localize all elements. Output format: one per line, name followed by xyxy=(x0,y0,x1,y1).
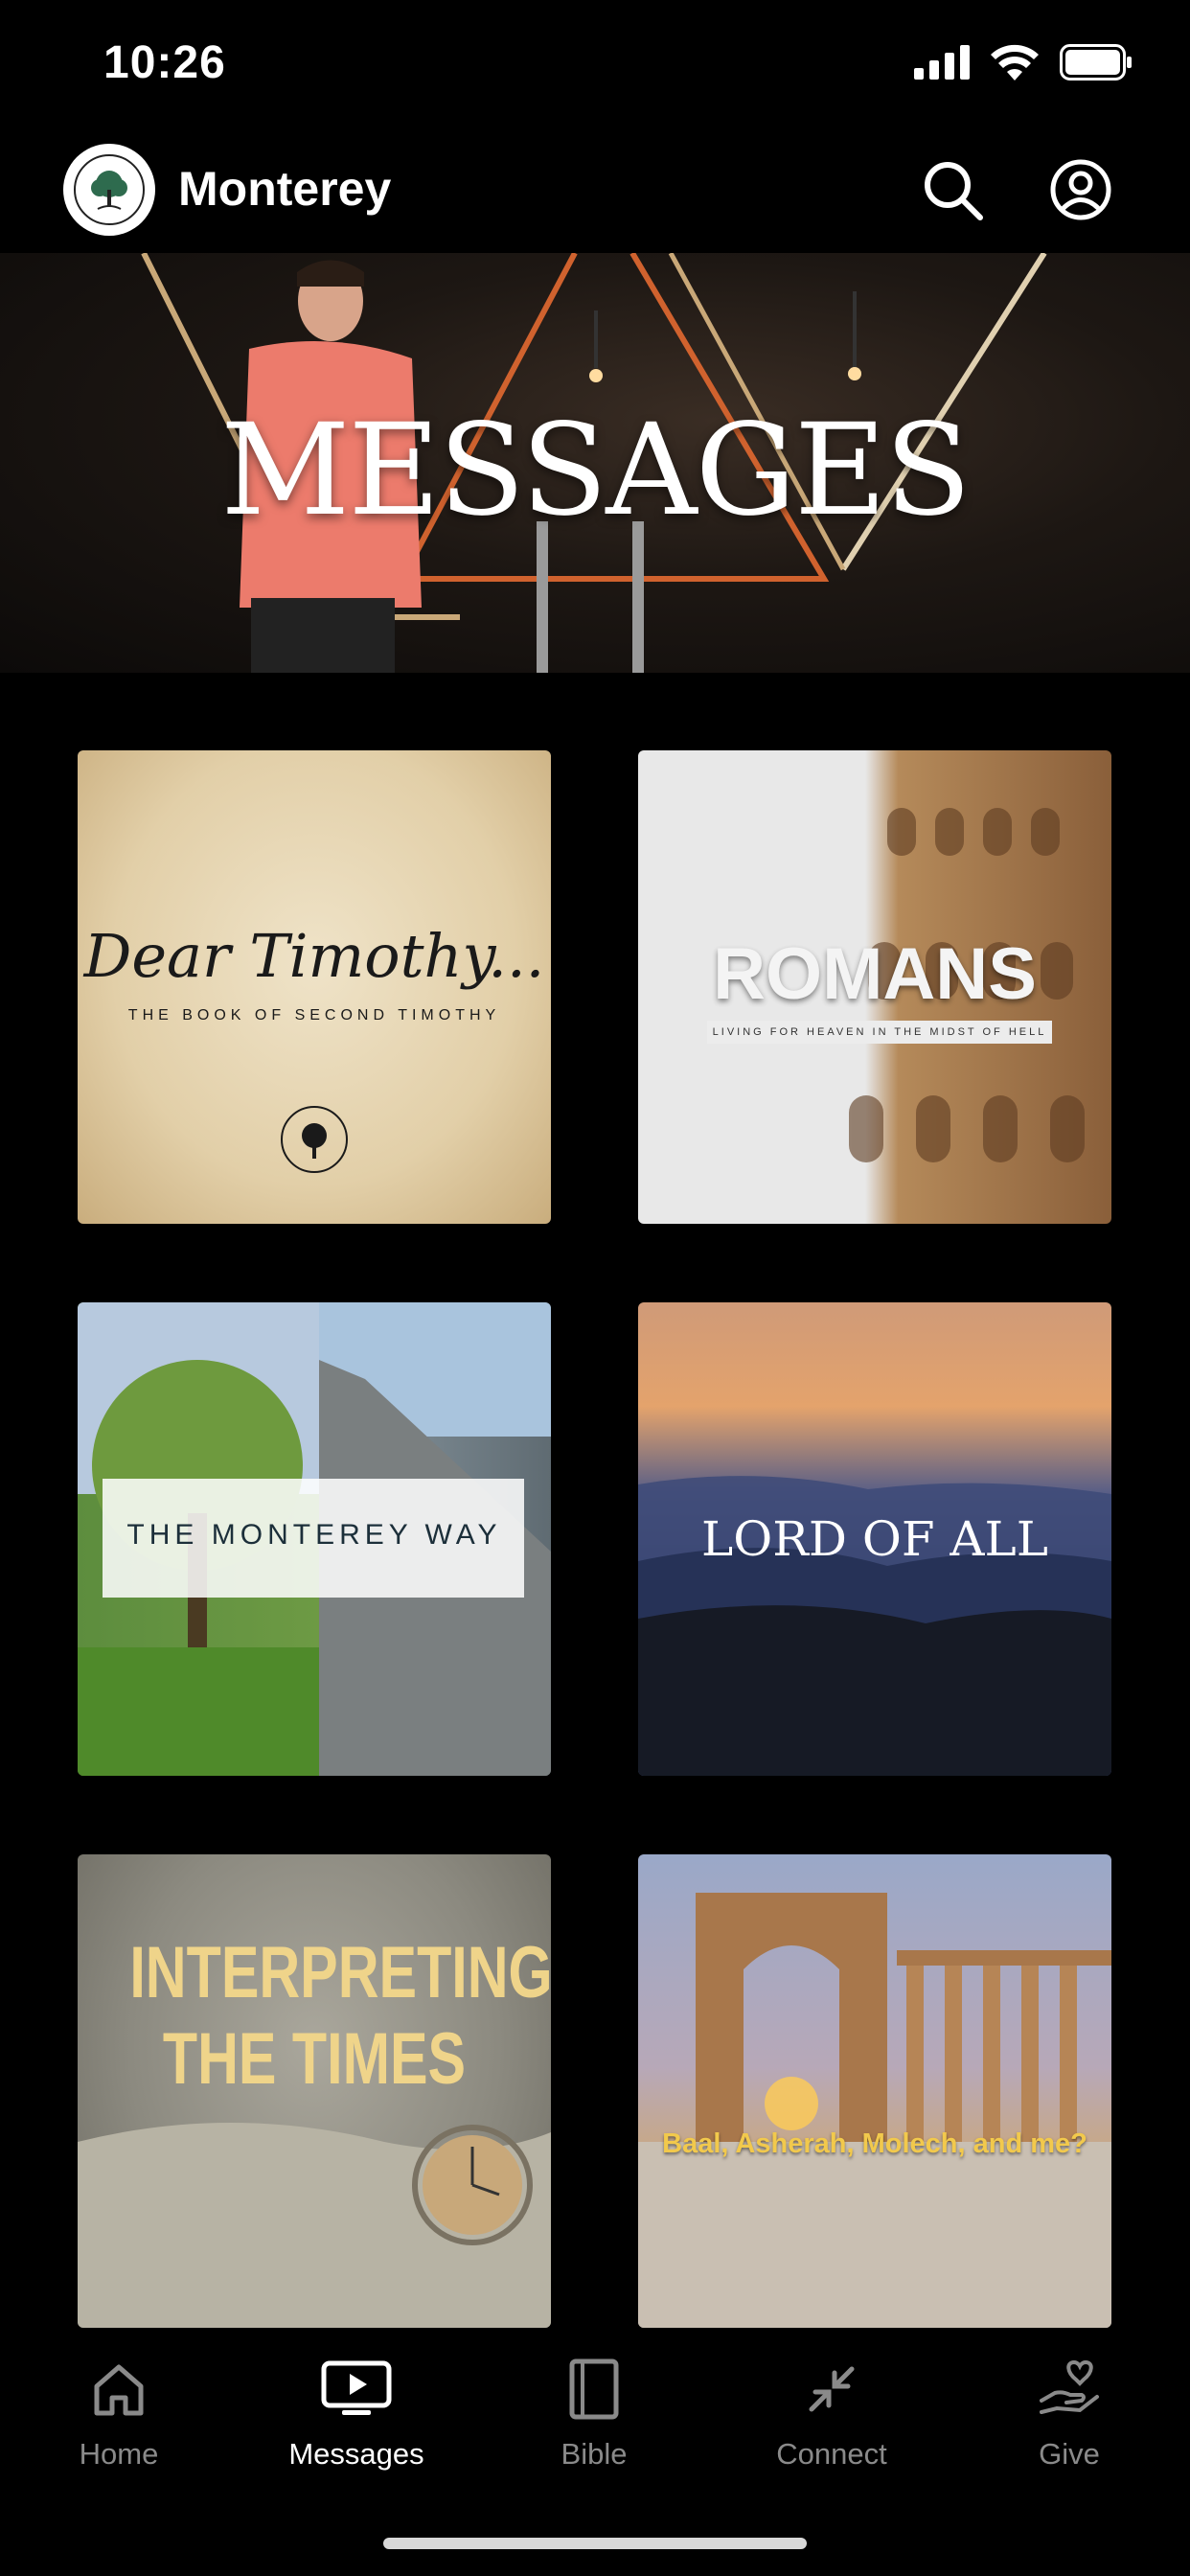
tab-give[interactable]: Give xyxy=(973,2353,1165,2472)
church-logo[interactable] xyxy=(63,144,155,236)
tab-home-label: Home xyxy=(79,2437,159,2471)
battery-icon xyxy=(1060,44,1132,80)
monterey-badge-icon xyxy=(281,1106,348,1173)
tab-messages[interactable]: Messages xyxy=(261,2353,452,2472)
ruins-image xyxy=(638,1893,1111,2328)
series-title: Baal, Asherah, Molech, and me? xyxy=(662,2128,1087,2159)
profile-icon xyxy=(1050,159,1111,220)
series-subtitle: THE BOOK OF SECOND TIMOTHY xyxy=(127,1007,501,1024)
tab-connect[interactable]: Connect xyxy=(736,2353,927,2472)
series-title-line1: INTERPRETING xyxy=(129,1932,551,2013)
series-title: THE MONTEREY WAY xyxy=(126,1519,502,1551)
tab-give-label: Give xyxy=(1039,2437,1100,2471)
tab-connect-label: Connect xyxy=(776,2437,887,2471)
series-title: LORD OF ALL xyxy=(701,1511,1048,1567)
series-card-baal-asherah-molech[interactable]: Baal, Asherah, Molech, and me? xyxy=(638,1854,1111,2328)
series-card-monterey-way[interactable]: THE MONTEREY WAY xyxy=(78,1302,551,1776)
series-title: ROMANS xyxy=(713,933,1037,1015)
search-button[interactable] xyxy=(916,153,989,226)
home-indicator xyxy=(383,2538,807,2549)
series-card-romans[interactable]: ROMANS LIVING FOR HEAVEN IN THE MIDST OF… xyxy=(638,750,1111,1224)
video-play-icon xyxy=(321,2360,392,2415)
tab-bible[interactable]: Bible xyxy=(498,2353,690,2472)
profile-button[interactable] xyxy=(1044,153,1117,226)
status-icons xyxy=(914,44,1133,80)
signal-icon xyxy=(914,45,970,80)
series-card-dear-timothy[interactable]: Dear Timothy... THE BOOK OF SECOND TIMOT… xyxy=(78,750,551,1224)
series-title: Dear Timothy... xyxy=(83,921,545,991)
book-icon xyxy=(569,2358,619,2420)
series-title-line2: THE TIMES xyxy=(162,2018,467,2100)
status-time: 10:26 xyxy=(103,37,226,88)
home-icon xyxy=(94,2364,144,2416)
series-subtitle: LIVING FOR HEAVEN IN THE MIDST OF HELL xyxy=(707,1021,1052,1044)
hero-title: MESSAGES xyxy=(220,397,972,544)
give-heart-hand-icon xyxy=(1040,2359,1099,2414)
series-card-interpreting-the-times[interactable]: INTERPRETING THE TIMES xyxy=(78,1854,551,2328)
tab-bible-label: Bible xyxy=(561,2437,628,2471)
tree-logo-icon xyxy=(74,154,145,225)
messages-hero-banner: MESSAGES xyxy=(0,253,1190,673)
search-icon xyxy=(925,162,983,220)
series-card-lord-of-all[interactable]: LORD OF ALL xyxy=(638,1302,1111,1776)
tab-messages-label: Messages xyxy=(288,2437,424,2471)
church-name: Monterey xyxy=(178,162,392,216)
connect-arrows-icon xyxy=(809,2366,855,2412)
wifi-icon xyxy=(991,44,1039,80)
tab-home[interactable]: Home xyxy=(23,2353,215,2472)
